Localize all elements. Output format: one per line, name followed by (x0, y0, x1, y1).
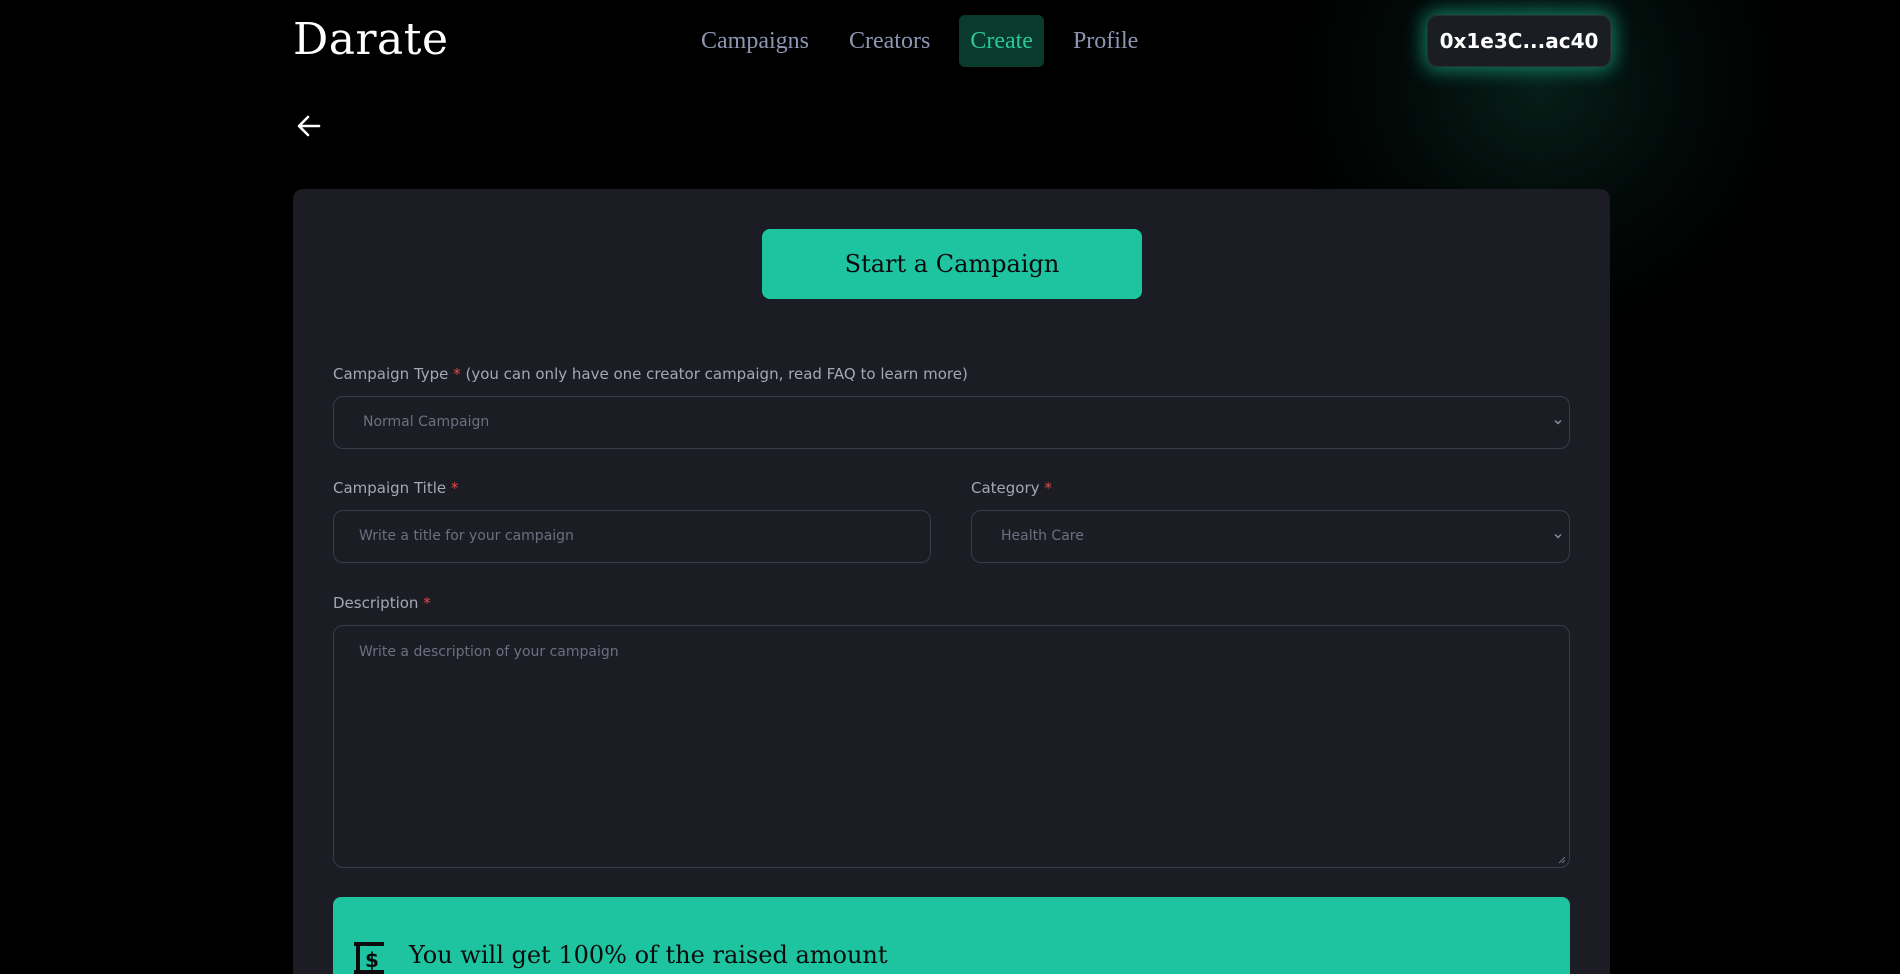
start-campaign-heading: Start a Campaign (762, 229, 1142, 299)
description-textarea[interactable]: Write a description of your campaign (333, 625, 1570, 868)
campaign-type-label-text: Campaign Type (333, 365, 449, 383)
payout-banner: $ You will get 100% of the raised amount (333, 897, 1570, 974)
required-mark: * (453, 365, 461, 383)
campaign-title-label-text: Campaign Title (333, 479, 447, 497)
required-mark: * (423, 594, 431, 612)
nav-item-campaigns[interactable]: Campaigns (690, 15, 820, 67)
navbar: Darate Campaigns Creators Create Profile… (0, 0, 1900, 82)
money-icon: $ (354, 942, 384, 974)
create-campaign-card: Start a Campaign Campaign Type * (you ca… (293, 189, 1610, 974)
campaign-type-note: (you can only have one creator campaign,… (465, 365, 968, 383)
wallet-address-button[interactable]: 0x1e3C...ac40 (1427, 15, 1611, 67)
logo[interactable]: Darate (293, 14, 449, 65)
campaign-title-input[interactable]: Write a title for your campaign (333, 510, 931, 563)
arrow-left-icon (297, 115, 321, 137)
chevron-down-icon (1554, 534, 1562, 539)
nav-item-creators[interactable]: Creators (838, 15, 941, 67)
payout-banner-text: You will get 100% of the raised amount (409, 941, 888, 969)
category-select[interactable]: Health Care (971, 510, 1570, 563)
campaign-type-value: Normal Campaign (363, 414, 490, 430)
chevron-down-icon (1554, 420, 1562, 425)
back-button[interactable] (293, 110, 325, 142)
nav-item-profile[interactable]: Profile (1062, 15, 1149, 67)
category-label-text: Category (971, 479, 1040, 497)
resize-handle-icon[interactable] (1556, 854, 1566, 864)
category-value: Health Care (1001, 528, 1084, 544)
campaign-title-label: Campaign Title * (333, 479, 458, 497)
required-mark: * (450, 479, 459, 497)
svg-text:$: $ (365, 948, 379, 972)
description-label-text: Description (333, 594, 419, 612)
nav-links: Campaigns Creators Create Profile (690, 15, 1167, 67)
category-label: Category * (971, 479, 1052, 497)
campaign-title-placeholder: Write a title for your campaign (359, 528, 574, 544)
campaign-type-select[interactable]: Normal Campaign (333, 396, 1570, 449)
description-label: Description * (333, 594, 431, 612)
nav-item-create[interactable]: Create (959, 15, 1044, 67)
required-mark: * (1044, 479, 1052, 497)
campaign-type-label: Campaign Type * (you can only have one c… (333, 365, 968, 383)
description-placeholder: Write a description of your campaign (359, 644, 619, 660)
